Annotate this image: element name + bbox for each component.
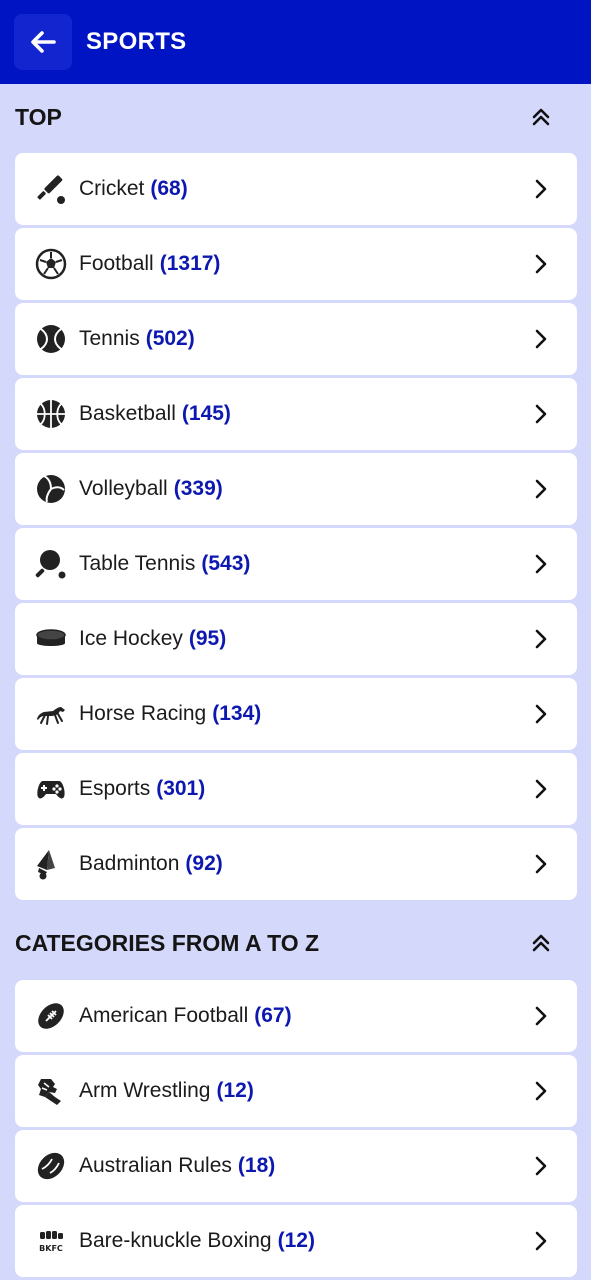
sport-name: Esports	[79, 777, 151, 800]
list-item-cricket[interactable]: Cricket (68)	[15, 153, 577, 225]
section-title: TOP	[15, 104, 62, 130]
chevron-right-icon	[531, 179, 551, 199]
collapse-button[interactable]	[527, 931, 555, 955]
chevron-right-icon	[531, 854, 551, 874]
sport-name: Cricket	[79, 177, 145, 200]
list-item-basketball[interactable]: Basketball (145)	[15, 378, 577, 450]
american-football-icon	[35, 1000, 67, 1032]
match-count: (92)	[185, 852, 223, 875]
list-item-australian-rules[interactable]: Australian Rules (18)	[15, 1130, 577, 1202]
match-count: (543)	[201, 552, 251, 575]
app-bar: SPORTS	[0, 0, 591, 84]
match-count: (95)	[188, 627, 227, 650]
list-item-arm-wrestling[interactable]: Arm Wrestling (12)	[15, 1055, 577, 1127]
list-item-american-football[interactable]: American Football (67)	[15, 980, 577, 1052]
volleyball-icon	[35, 473, 67, 505]
shuttlecock-icon	[35, 848, 67, 880]
list-item-football[interactable]: Football (1317)	[15, 228, 577, 300]
list-item-tennis[interactable]: Tennis (502)	[15, 303, 577, 375]
chevron-right-icon	[531, 704, 551, 724]
football-icon	[35, 248, 67, 280]
double-chevron-up-icon	[531, 107, 551, 127]
sport-name: Australian Rules	[79, 1154, 232, 1177]
sport-name: Ice Hockey	[79, 627, 183, 650]
sport-name: American Football	[79, 1004, 249, 1027]
match-count: (68)	[150, 177, 188, 200]
list-item-horse-racing[interactable]: Horse Racing (134)	[15, 678, 577, 750]
arm-wrestling-icon	[35, 1075, 67, 1107]
match-count: (134)	[212, 702, 262, 725]
sport-name: Arm Wrestling	[79, 1079, 211, 1102]
chevron-right-icon	[531, 404, 551, 424]
chevron-right-icon	[531, 479, 551, 499]
sport-name: Table Tennis	[79, 552, 196, 575]
list-item-volleyball[interactable]: Volleyball (339)	[15, 453, 577, 525]
match-count: (502)	[145, 327, 195, 350]
sport-name: Bare-knuckle Boxing	[79, 1229, 272, 1252]
match-count: (18)	[237, 1154, 276, 1177]
chevron-right-icon	[531, 254, 551, 274]
match-count: (301)	[156, 777, 206, 800]
cricket-icon	[35, 173, 67, 205]
double-chevron-up-icon	[531, 933, 551, 953]
chevron-right-icon	[531, 329, 551, 349]
match-count: (339)	[173, 477, 223, 500]
chevron-right-icon	[531, 1081, 551, 1101]
chevron-right-icon	[531, 1231, 551, 1251]
sport-name: Tennis	[79, 327, 140, 350]
chevron-right-icon	[531, 779, 551, 799]
list-item-table-tennis[interactable]: Table Tennis (543)	[15, 528, 577, 600]
collapse-button[interactable]	[527, 105, 555, 129]
gamepad-icon	[35, 773, 67, 805]
section-title: CATEGORIES FROM A TO Z	[15, 930, 320, 956]
page-title: SPORTS	[86, 28, 187, 55]
sport-name: Basketball	[79, 402, 176, 425]
chevron-right-icon	[531, 1156, 551, 1176]
match-count: (67)	[254, 1004, 292, 1027]
australian-rules-icon	[35, 1150, 67, 1182]
back-button[interactable]	[14, 14, 72, 70]
sport-name: Volleyball	[79, 477, 168, 500]
bkfc-icon: BKFC	[35, 1225, 67, 1257]
chevron-right-icon	[531, 554, 551, 574]
sport-name: Horse Racing	[79, 702, 207, 725]
section-header-categories: CATEGORIES FROM A TO Z	[0, 923, 591, 963]
list-item-bare-knuckle-boxing[interactable]: BKFC Bare-knuckle Boxing (12)	[15, 1205, 577, 1277]
chevron-right-icon	[531, 1006, 551, 1026]
section-header-top: TOP	[0, 97, 591, 137]
horse-racing-icon	[35, 698, 67, 730]
sport-name: Badminton	[79, 852, 180, 875]
match-count: (12)	[216, 1079, 254, 1102]
ice-hockey-icon	[35, 623, 67, 655]
match-count: (1317)	[159, 252, 221, 275]
list-item-esports[interactable]: Esports (301)	[15, 753, 577, 825]
chevron-right-icon	[531, 629, 551, 649]
list-item-ice-hockey[interactable]: Ice Hockey (95)	[15, 603, 577, 675]
list-item-badminton[interactable]: Badminton (92)	[15, 828, 577, 900]
sport-name: Football	[79, 252, 154, 275]
svg-text:BKFC: BKFC	[39, 1244, 63, 1253]
basketball-icon	[35, 398, 67, 430]
match-count: (12)	[277, 1229, 315, 1252]
arrow-left-icon	[30, 31, 56, 53]
table-tennis-icon	[35, 548, 67, 580]
tennis-icon	[35, 323, 67, 355]
match-count: (145)	[181, 402, 231, 425]
